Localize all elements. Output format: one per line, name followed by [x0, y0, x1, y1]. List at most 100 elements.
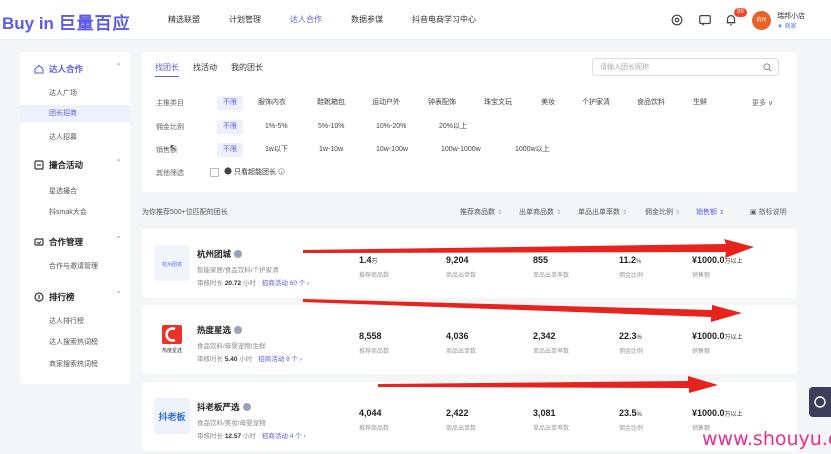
super-leader-checkbox-label[interactable]: 只看超能团长: [224, 167, 285, 177]
sort-commission[interactable]: 佣金比例 ⇕: [645, 207, 680, 217]
filter-option[interactable]: 100w-1000w: [435, 143, 487, 157]
avatar[interactable]: 杭州: [752, 11, 771, 30]
group-name[interactable]: 热度星选: [197, 324, 243, 336]
sort-icon: ⇕: [621, 210, 627, 216]
sidebar-item-star-match[interactable]: 星选撮合: [20, 183, 130, 200]
filter-option[interactable]: 5%-10%: [312, 120, 350, 134]
sort-recommended-products[interactable]: 推荐商品数 ⇕: [460, 207, 502, 217]
chevron-up-icon: ⌃: [115, 290, 122, 299]
filter-option[interactable]: 运动户外: [366, 96, 406, 110]
sidebar-item-influencer-ranking[interactable]: 达人排行榜: [20, 313, 130, 330]
sort-icon: ⇕: [718, 210, 724, 216]
filter-option[interactable]: 不限: [217, 96, 243, 110]
sidebar-group-label: 撮合活动: [49, 160, 84, 170]
sidebar-item-influencer-recruit[interactable]: 达人招募: [20, 129, 130, 146]
filter-option[interactable]: 服饰内衣: [252, 96, 292, 110]
sidebar-item-influencer-search-ranking[interactable]: 达人搜索热词榜: [20, 334, 130, 351]
filter-option[interactable]: 10%-20%: [370, 120, 412, 134]
sort-sales[interactable]: 销售额 ⇕: [696, 207, 724, 217]
sidebar-group-label: 达人合作: [49, 64, 84, 74]
stat-number: 11.2: [619, 255, 637, 265]
filter-option[interactable]: 1%-5%: [259, 120, 294, 134]
activity-link[interactable]: 招商活动 4 个 ›: [262, 433, 306, 440]
activity-link[interactable]: 招商活动 60 个 ›: [262, 280, 309, 287]
app-logo[interactable]: Buy in 巨量百应: [2, 9, 131, 34]
more-filters-button[interactable]: 更多 ∨: [752, 98, 773, 108]
watermark: www.shouyu.ee: [702, 428, 831, 450]
sidebar-item-group-leader-recruit[interactable]: 团长招商: [20, 105, 130, 122]
sidebar-item-invite-management[interactable]: 合作与邀请管理: [20, 258, 130, 275]
filter-option[interactable]: 1000w以上: [509, 143, 556, 157]
tab-my-group-leaders[interactable]: 我的团长: [231, 62, 263, 77]
help-button[interactable]: [809, 387, 831, 417]
main-nav: 精选联盟 计划管理 达人合作 数据参谋 抖音电商学习中心: [160, 0, 497, 40]
group-meta: 审核时长 12.57 小时 招商活动 4 个 ›: [197, 430, 306, 440]
stat-recommended: 4,044 推荐商品数: [359, 408, 389, 432]
filter-option[interactable]: 不限: [217, 143, 243, 157]
filter-option[interactable]: 生鲜: [687, 96, 713, 110]
message-icon[interactable]: [698, 13, 712, 27]
tab-find-group-leader[interactable]: 找团长: [155, 62, 179, 77]
sidebar-group-influencer-cooperation[interactable]: 达人合作 ⌃: [20, 60, 130, 78]
checkbox-text: 只看超能团长: [233, 169, 276, 176]
info-icon[interactable]: [278, 168, 285, 175]
metric-guide-link[interactable]: ▣ 指标说明: [750, 207, 787, 217]
filter-option[interactable]: 不限: [217, 120, 243, 134]
stat-value: 855: [533, 255, 569, 265]
filter-option[interactable]: 10w-100w: [370, 143, 414, 157]
nav-item-learning-center[interactable]: 抖音电商学习中心: [404, 0, 484, 40]
nav-item-plan-management[interactable]: 计划管理: [221, 0, 269, 40]
sidebar-group-rankings[interactable]: 排行榜 ⌃: [20, 288, 130, 306]
group-leader-card[interactable]: 杭州团城 杭州团城 智能家居/食品饮料/个护家清 审核时长 20.72 小时 招商…: [142, 229, 797, 298]
group-name[interactable]: 杭州团城: [197, 248, 243, 260]
sidebar-item-conference[interactable]: 抖smak大会: [20, 204, 130, 221]
home-icon: [34, 64, 44, 74]
review-label: 审核时长: [197, 433, 223, 440]
stat-caption: 销售额: [692, 349, 711, 355]
review-hours: 12.57: [224, 433, 242, 440]
stat-single-orders: 2,342 单品出单率数: [533, 331, 569, 355]
sort-single-item-orders[interactable]: 单品出单率数 ⇕: [578, 207, 627, 217]
super-badge-icon: [224, 167, 232, 175]
filter-option[interactable]: 个护家清: [576, 96, 616, 110]
group-leader-card[interactable]: 抖老板 抖老板严选 食品饮料/美妆/母婴宠物 审核时长 12.57 小时 招商活动…: [142, 382, 797, 451]
sidebar-group-label: 排行榜: [49, 292, 75, 302]
group-leader-card[interactable]: 热度星选 热度星选 食品饮料/母婴宠物/生鲜 审核时长 5.40 小时 招商活动 …: [142, 305, 797, 374]
nav-item-influencer-cooperation[interactable]: 达人合作: [282, 0, 330, 40]
sidebar-group-cooperation-management[interactable]: 合作管理 ⌃: [20, 233, 130, 251]
filter-option[interactable]: 1w以下: [259, 143, 294, 157]
filter-option[interactable]: 美妆: [535, 96, 561, 110]
group-name-text: 热度星选: [197, 325, 232, 335]
nav-item-selected-alliance[interactable]: 精选联盟: [160, 0, 208, 40]
search-icon[interactable]: [763, 63, 772, 72]
filter-option[interactable]: 鞋靴箱包: [311, 96, 351, 110]
stat-value: 2,422: [446, 408, 476, 418]
stat-value: ¥1000.0万以上: [692, 331, 743, 341]
group-name[interactable]: 抖老板严选: [197, 401, 251, 413]
stat-number: 9,204: [446, 255, 469, 265]
nav-item-data-advisor[interactable]: 数据参谋: [343, 0, 391, 40]
review-label: 审核时长: [197, 356, 223, 363]
filter-row-category: 主推类目 不限 服饰内衣 鞋靴箱包 运动户外 钟表配饰 珠宝文玩 美妆 个护家清…: [142, 95, 797, 111]
shop-role-tag[interactable]: ▼ 商家: [777, 21, 797, 30]
filter-option[interactable]: 珠宝文玩: [478, 96, 518, 110]
filter-option[interactable]: 1w-10w: [313, 143, 349, 157]
activity-link[interactable]: 招商活动 8 个 ›: [258, 356, 302, 363]
super-leader-checkbox[interactable]: [210, 168, 219, 177]
settings-icon[interactable]: [670, 13, 684, 27]
logo-latin: Buy in: [2, 14, 54, 33]
sidebar-group-matchmaking-events[interactable]: 撮合活动 ⌃: [20, 156, 130, 174]
stat-number: ¥1000.0: [692, 331, 725, 341]
filter-option[interactable]: 钟表配饰: [422, 96, 462, 110]
verified-icon: [234, 250, 243, 258]
filter-option[interactable]: 20%以上: [433, 120, 473, 134]
sidebar-item-merchant-search-ranking[interactable]: 商家搜索热词榜: [20, 356, 130, 373]
sort-ordered-products[interactable]: 出单商品数 ⇕: [519, 207, 561, 217]
group-categories: 食品饮料/母婴宠物/生鲜: [197, 343, 266, 350]
search-input[interactable]: [600, 62, 760, 73]
filter-option[interactable]: 食品饮料: [631, 96, 671, 110]
sidebar-item-influencer-square[interactable]: 达人广场: [20, 85, 130, 102]
shop-name[interactable]: 瑞邦小店: [777, 11, 805, 21]
group-categories: 智能家居/食品饮料/个护家清: [197, 267, 279, 274]
tab-find-activity[interactable]: 找活动: [193, 62, 217, 77]
